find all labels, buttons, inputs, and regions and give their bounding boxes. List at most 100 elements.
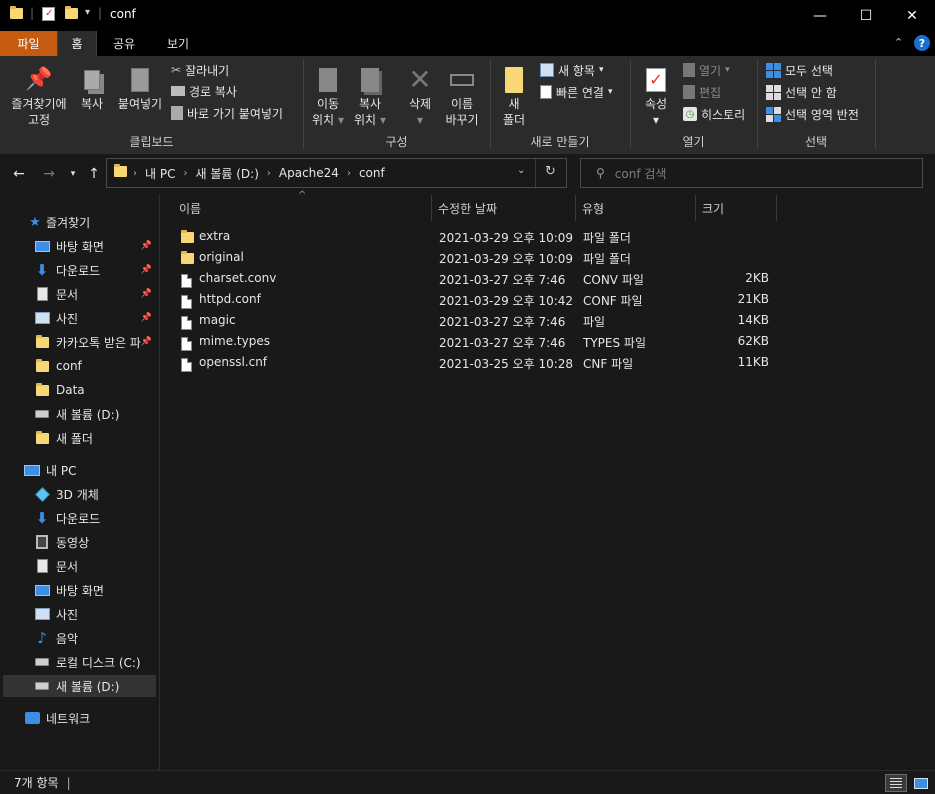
nav-label: 음악	[56, 631, 79, 646]
nav-pc-item[interactable]: 바탕 화면	[0, 579, 158, 601]
nav-this-pc[interactable]: 내 PC	[0, 459, 158, 481]
nav-pc-item[interactable]: ⬇ 다운로드	[0, 507, 158, 529]
item-count: 7개 항목	[14, 776, 59, 790]
delete-label: 삭제	[408, 97, 432, 111]
minimize-button[interactable]: —	[797, 0, 843, 31]
refresh-icon[interactable]: ↻	[545, 164, 556, 179]
nav-quick-item[interactable]: 사진 📌	[0, 307, 158, 329]
open-button[interactable]: 열기 ▾	[683, 60, 730, 80]
file-type: 파일	[583, 315, 606, 329]
nav-label: 문서	[56, 559, 79, 574]
tab-view[interactable]: 보기	[156, 31, 200, 56]
select-all-icon	[766, 62, 781, 78]
paste-shortcut-button[interactable]: 바로 가기 붙여넣기	[171, 103, 283, 123]
close-button[interactable]: ✕	[889, 0, 935, 31]
file-size: 11KB	[737, 355, 769, 369]
status-divider: |	[66, 775, 71, 790]
properties-button[interactable]: ✓ 속성 ▾	[636, 64, 676, 128]
easy-access-button[interactable]: 빠른 연결 ▾	[540, 82, 613, 102]
help-icon[interactable]: ?	[914, 35, 930, 51]
nav-quick-item[interactable]: 새 볼륨 (D:)	[0, 403, 158, 425]
details-view-button[interactable]	[885, 774, 907, 792]
nav-pc-item[interactable]: 3D 개체	[0, 483, 158, 505]
recent-locations-button[interactable]: ▾	[63, 164, 83, 184]
nav-label: 다운로드	[56, 511, 101, 526]
nav-label: Data	[56, 383, 85, 397]
new-folder-quick-icon[interactable]	[65, 6, 78, 22]
nav-pc-item[interactable]: ♪ 음악	[0, 627, 158, 649]
new-folder-label-2: 폴더	[502, 113, 526, 127]
file-row[interactable]: charset.conv 2021-03-27 오후 7:46 CONV 파일 2KB	[175, 268, 780, 289]
history-button[interactable]: ◷ 히스토리	[683, 104, 745, 124]
nav-quick-item[interactable]: conf	[0, 355, 158, 377]
select-all-button[interactable]: 모두 선택	[766, 60, 833, 80]
nav-pc-item[interactable]: 사진	[0, 603, 158, 625]
edit-button[interactable]: 편집	[683, 82, 721, 102]
nav-quick-item[interactable]: Data	[0, 379, 158, 401]
file-row[interactable]: httpd.conf 2021-03-29 오후 10:42 CONF 파일 21KB	[175, 289, 780, 310]
large-icons-view-button[interactable]	[911, 775, 931, 791]
breadcrumb-drive-d[interactable]: 새 볼륨 (D:)	[195, 165, 258, 182]
nav-quick-access[interactable]: ★ 즐겨찾기	[0, 211, 158, 233]
nav-quick-item[interactable]: ⬇ 다운로드 📌	[0, 259, 158, 281]
pin-icon[interactable]: 📌	[141, 241, 152, 251]
invert-selection-button[interactable]: 선택 영역 반전	[766, 104, 859, 124]
collapse-ribbon-icon[interactable]: ⌃	[894, 36, 903, 49]
file-row[interactable]: original 2021-03-29 오후 10:09 파일 폴더	[175, 247, 780, 268]
breadcrumb-this-pc[interactable]: 내 PC	[145, 165, 175, 182]
nav-pc-item[interactable]: 로컬 디스크 (C:)	[0, 651, 158, 673]
nav-pc-item[interactable]: 새 볼륨 (D:)	[3, 675, 156, 697]
address-dropdown-icon[interactable]: ⌄	[517, 165, 525, 176]
nav-quick-item[interactable]: 새 폴더	[0, 427, 158, 449]
pin-icon[interactable]: 📌	[141, 265, 152, 275]
delete-button[interactable]: ✕ 삭제 ▾	[400, 64, 440, 128]
customize-quick-access-icon[interactable]: ▾	[85, 7, 90, 18]
tab-share[interactable]: 공유	[102, 31, 146, 56]
copy-button[interactable]: 복사	[74, 64, 110, 112]
tab-home[interactable]: 홈	[57, 31, 97, 56]
cut-button[interactable]: ✂ 잘라내기	[171, 60, 229, 80]
nav-network[interactable]: 네트워크	[0, 707, 158, 729]
file-row[interactable]: openssl.cnf 2021-03-25 오후 10:28 CNF 파일 11KB	[175, 352, 780, 373]
search-input[interactable]: ⚲ conf 검색	[580, 158, 923, 188]
pin-icon[interactable]: 📌	[141, 313, 152, 323]
large-icons-icon	[914, 777, 928, 789]
copy-to-button[interactable]: 복사 위치 ▾	[350, 64, 390, 128]
new-item-button[interactable]: 새 항목 ▾	[540, 60, 603, 80]
file-row[interactable]: mime.types 2021-03-27 오후 7:46 TYPES 파일 62KB	[175, 331, 780, 352]
breadcrumb-conf[interactable]: conf	[359, 166, 385, 180]
column-header-size[interactable]: 크기	[696, 195, 777, 221]
select-none-button[interactable]: 선택 안 함	[766, 82, 837, 102]
maximize-button[interactable]: ☐	[843, 0, 889, 31]
file-row[interactable]: magic 2021-03-27 오후 7:46 파일 14KB	[175, 310, 780, 331]
breadcrumb-apache24[interactable]: Apache24	[279, 166, 339, 180]
column-header-type[interactable]: 유형	[576, 195, 696, 221]
address-bar[interactable]: › 내 PC › 새 볼륨 (D:) › Apache24 › conf ⌄ ↻	[106, 158, 567, 188]
move-to-button[interactable]: 이동 위치 ▾	[308, 64, 348, 128]
forward-button[interactable]: →	[39, 164, 59, 184]
nav-quick-item[interactable]: 카카오톡 받은 파 📌	[0, 331, 158, 353]
desktop-icon	[34, 582, 50, 598]
properties-quick-icon[interactable]: ✓	[42, 7, 55, 21]
nav-quick-item[interactable]: 바탕 화면 📌	[0, 235, 158, 257]
folder-icon	[34, 358, 50, 374]
minimize-icon: —	[813, 7, 827, 24]
file-type: CNF 파일	[583, 357, 634, 371]
rename-icon	[440, 64, 484, 96]
pin-icon[interactable]: 📌	[141, 289, 152, 299]
column-header-modified[interactable]: 수정한 날짜	[432, 195, 576, 221]
nav-quick-item[interactable]: 문서 📌	[0, 283, 158, 305]
nav-pc-item[interactable]: 동영상	[0, 531, 158, 553]
copy-path-button[interactable]: 경로 복사	[171, 81, 237, 101]
pin-to-quick-access-button[interactable]: 📌 즐겨찾기에 고정	[4, 64, 74, 128]
column-header-name[interactable]: 이름	[173, 195, 432, 221]
pin-icon[interactable]: 📌	[141, 337, 152, 347]
nav-pc-item[interactable]: 문서	[0, 555, 158, 577]
paste-button[interactable]: 붙여넣기	[112, 64, 168, 112]
rename-button[interactable]: 이름 바꾸기	[440, 64, 484, 128]
new-folder-button[interactable]: 새 폴더	[496, 64, 532, 128]
file-row[interactable]: extra 2021-03-29 오후 10:09 파일 폴더	[175, 226, 780, 247]
tab-file[interactable]: 파일	[0, 31, 57, 56]
up-button[interactable]: ↑	[84, 164, 104, 184]
back-button[interactable]: ←	[9, 164, 29, 184]
